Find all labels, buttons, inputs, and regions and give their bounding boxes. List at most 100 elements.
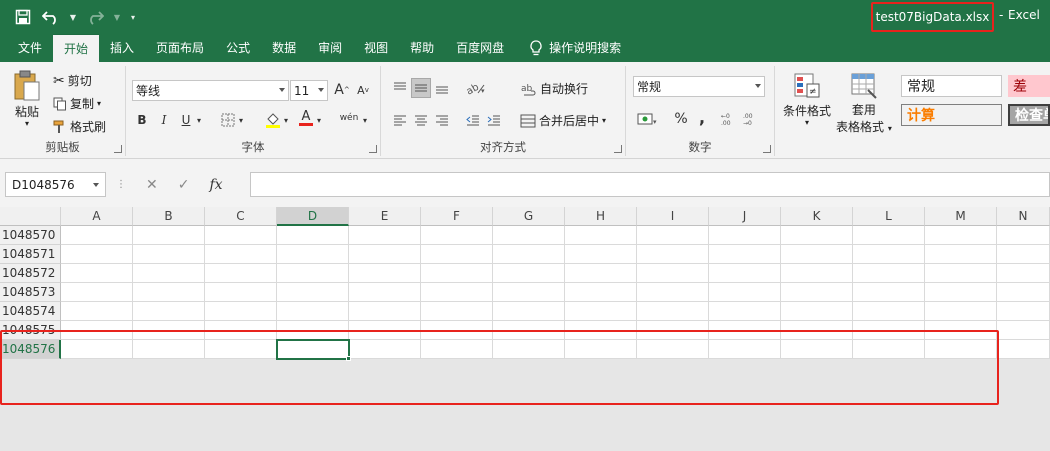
increase-font-size-icon[interactable]: A ^ xyxy=(332,80,352,100)
grid-cell[interactable] xyxy=(997,302,1050,321)
column-header-active[interactable]: D xyxy=(277,207,349,226)
column-header[interactable]: I xyxy=(637,207,709,226)
grid-cell[interactable] xyxy=(133,302,205,321)
borders-dropdown-icon[interactable]: ▾ xyxy=(236,110,246,130)
number-launcher-icon[interactable] xyxy=(763,145,771,153)
align-middle-icon[interactable] xyxy=(411,78,431,98)
column-header[interactable]: B xyxy=(133,207,205,226)
merge-dropdown-icon[interactable]: ▾ xyxy=(602,116,606,125)
style-check-cell[interactable]: 检查单 xyxy=(1008,104,1050,126)
column-header[interactable]: N xyxy=(997,207,1050,226)
phonetic-guide-icon[interactable]: wén xyxy=(336,108,362,128)
grid-cell[interactable] xyxy=(565,245,637,264)
grid-cell[interactable] xyxy=(493,226,565,245)
row-header[interactable]: 1048574 xyxy=(0,302,61,321)
grid-cell[interactable] xyxy=(61,245,133,264)
grid-cell[interactable] xyxy=(925,226,997,245)
grid-cell[interactable] xyxy=(421,245,493,264)
orientation-icon[interactable]: ab ▾ xyxy=(463,78,489,98)
grid-cell[interactable] xyxy=(205,283,277,302)
grid-cell[interactable] xyxy=(493,264,565,283)
column-header[interactable]: E xyxy=(349,207,421,226)
fill-color-icon[interactable] xyxy=(263,110,283,130)
undo-dropdown-icon[interactable]: ▼ xyxy=(68,6,78,28)
underline-dropdown-icon[interactable]: ▾ xyxy=(194,110,204,130)
row-header[interactable]: 1048571 xyxy=(0,245,61,264)
comma-style-button[interactable]: , xyxy=(692,107,712,127)
save-icon[interactable] xyxy=(12,6,34,28)
column-header[interactable]: G xyxy=(493,207,565,226)
customize-toolbar-icon[interactable]: ▾ xyxy=(128,6,138,28)
grid-cell[interactable] xyxy=(349,302,421,321)
row-header[interactable]: 1048570 xyxy=(0,226,61,245)
enter-icon[interactable]: ✓ xyxy=(178,177,190,193)
column-header[interactable]: L xyxy=(853,207,925,226)
percent-style-button[interactable]: % xyxy=(671,109,691,129)
style-bad[interactable]: 差 xyxy=(1008,75,1050,97)
align-left-icon[interactable] xyxy=(390,110,410,130)
font-color-dropdown-icon[interactable]: ▾ xyxy=(314,110,324,130)
grid-cell[interactable] xyxy=(277,302,349,321)
style-normal[interactable]: 常规 xyxy=(901,75,1002,97)
accounting-format-icon[interactable]: ▾ xyxy=(636,109,660,129)
font-size-select[interactable]: 11 xyxy=(290,80,328,101)
grid-cell[interactable] xyxy=(277,226,349,245)
grid-cell[interactable] xyxy=(853,283,925,302)
redo-dropdown-icon[interactable]: ▼ xyxy=(112,6,122,28)
grid-cell[interactable] xyxy=(493,283,565,302)
grid-cell[interactable] xyxy=(565,302,637,321)
grid-cell[interactable] xyxy=(421,283,493,302)
grid-cell[interactable] xyxy=(925,245,997,264)
alignment-launcher-icon[interactable] xyxy=(614,145,622,153)
grid-cell[interactable] xyxy=(997,321,1050,340)
wrap-text-button[interactable]: ab 自动换行 xyxy=(521,80,588,97)
font-launcher-icon[interactable] xyxy=(369,145,377,153)
grid-cell[interactable] xyxy=(997,264,1050,283)
column-header[interactable]: K xyxy=(781,207,853,226)
grid-cell[interactable] xyxy=(997,245,1050,264)
grid-cell[interactable] xyxy=(349,226,421,245)
increase-decimal-icon[interactable]: ←0.00 xyxy=(720,109,740,129)
grid-cell[interactable] xyxy=(853,226,925,245)
font-color-icon[interactable]: A xyxy=(296,108,316,128)
tell-me-search[interactable]: 操作说明搜索 xyxy=(515,33,621,62)
tab-data[interactable]: 数据 xyxy=(261,33,307,62)
tab-review[interactable]: 审阅 xyxy=(307,33,353,62)
column-header[interactable]: F xyxy=(421,207,493,226)
grid-cell[interactable] xyxy=(709,245,781,264)
column-header[interactable]: H xyxy=(565,207,637,226)
grid-cell[interactable] xyxy=(925,264,997,283)
align-center-icon[interactable] xyxy=(411,110,431,130)
grid-cell[interactable] xyxy=(133,245,205,264)
paste-dropdown-icon[interactable]: ▾ xyxy=(25,119,29,128)
grid-cell[interactable] xyxy=(349,283,421,302)
tab-insert[interactable]: 插入 xyxy=(99,33,145,62)
grid-cell[interactable] xyxy=(565,226,637,245)
format-painter-button[interactable]: 格式刷 xyxy=(53,118,106,135)
clipboard-launcher-icon[interactable] xyxy=(114,145,122,153)
grid-cell[interactable] xyxy=(781,226,853,245)
tab-formulas[interactable]: 公式 xyxy=(215,33,261,62)
row-header[interactable]: 1048572 xyxy=(0,264,61,283)
grid-cell[interactable] xyxy=(997,340,1050,359)
grid-cell[interactable] xyxy=(421,302,493,321)
column-header[interactable]: A xyxy=(61,207,133,226)
grid-cell[interactable] xyxy=(925,283,997,302)
conditional-formatting-button[interactable]: ≠ 条件格式 ▾ xyxy=(783,72,831,127)
grid-cell[interactable] xyxy=(493,302,565,321)
grid-cell[interactable] xyxy=(133,226,205,245)
grid-cell[interactable] xyxy=(925,302,997,321)
grid-cell[interactable] xyxy=(349,245,421,264)
name-box[interactable]: D1048576 xyxy=(5,172,106,197)
column-header[interactable]: J xyxy=(709,207,781,226)
align-bottom-icon[interactable] xyxy=(432,78,452,98)
grid-cell[interactable] xyxy=(277,264,349,283)
merge-center-button[interactable]: 合并后居中 ▾ xyxy=(520,112,606,129)
copy-dropdown-icon[interactable]: ▾ xyxy=(97,99,101,108)
grid-cell[interactable] xyxy=(61,264,133,283)
italic-button[interactable]: I xyxy=(154,110,174,130)
grid-cell[interactable] xyxy=(205,245,277,264)
bold-button[interactable]: B xyxy=(132,110,152,130)
undo-icon[interactable] xyxy=(40,6,62,28)
grid-cell[interactable] xyxy=(61,226,133,245)
